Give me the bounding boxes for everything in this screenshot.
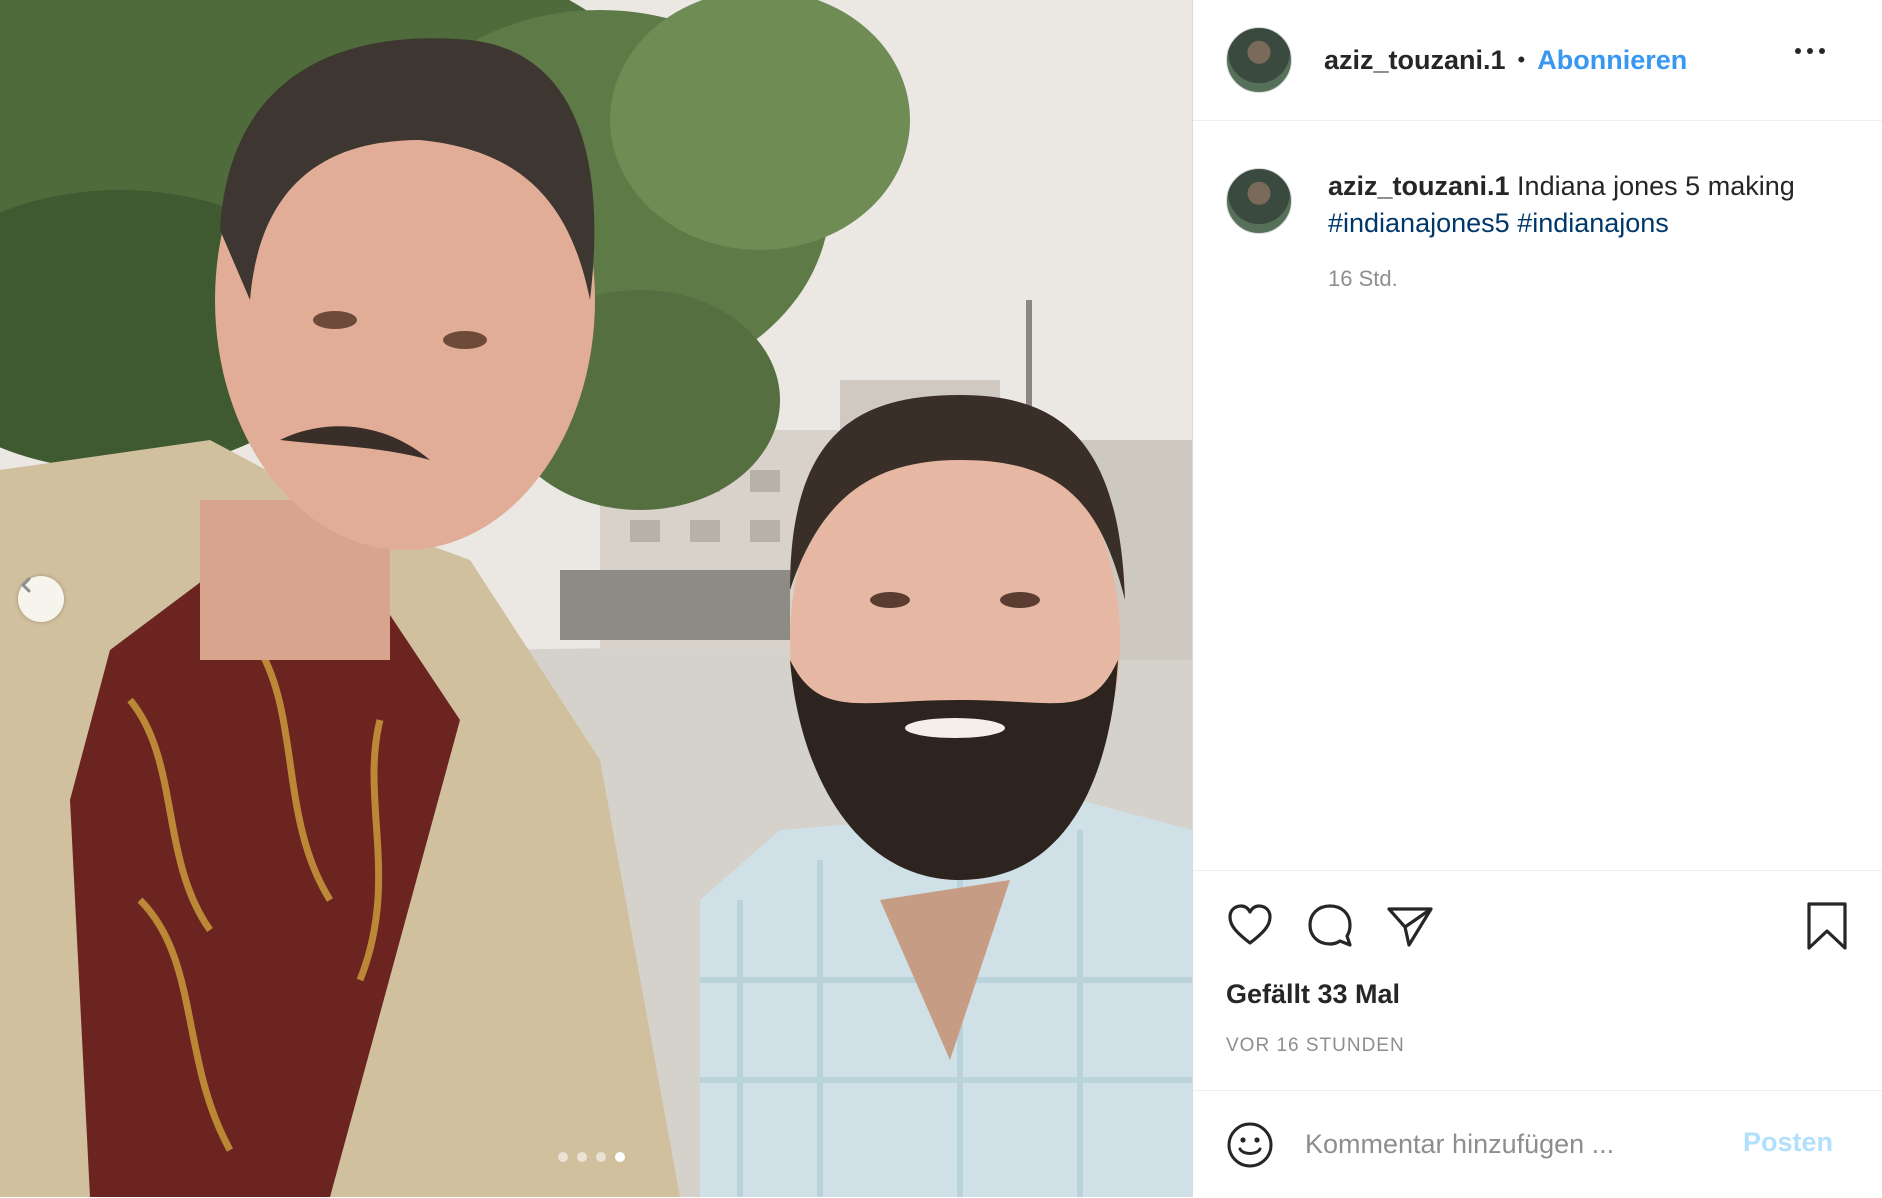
comment-icon[interactable] (1305, 901, 1355, 951)
carousel-dot (558, 1152, 568, 1162)
carousel-dot (577, 1152, 587, 1162)
carousel-dot (596, 1152, 606, 1162)
heart-icon[interactable] (1225, 901, 1275, 951)
post-actions-section: Gefällt 33 Mal VOR 16 STUNDEN (1193, 870, 1882, 1091)
hashtag-link[interactable]: #indianajones5 (1328, 208, 1510, 238)
hashtag-link[interactable]: #indianajons (1517, 208, 1669, 238)
carousel-dot-active (615, 1152, 625, 1162)
chevron-left-icon (21, 577, 31, 593)
caption-body: aziz_touzani.1 Indiana jones 5 making #i… (1328, 168, 1848, 292)
caption-text: Indiana jones 5 making (1509, 171, 1795, 201)
post-photo (0, 0, 1192, 1197)
caption-username[interactable]: aziz_touzani.1 (1328, 171, 1510, 201)
post-date: VOR 16 STUNDEN (1226, 1035, 1405, 1056)
comment-input[interactable] (1303, 1128, 1727, 1161)
caption-timestamp: 16 Std. (1328, 266, 1398, 291)
bookmark-icon[interactable] (1805, 901, 1849, 951)
header-username[interactable]: aziz_touzani.1 (1324, 45, 1506, 76)
emoji-icon[interactable] (1225, 1120, 1275, 1170)
caption-text-block: aziz_touzani.1 Indiana jones 5 making #i… (1328, 168, 1848, 242)
avatar[interactable] (1226, 27, 1292, 93)
header-separator: • (1517, 47, 1526, 72)
carousel-prev-button[interactable] (18, 576, 64, 622)
photo-illustration (0, 0, 1192, 1197)
carousel-indicator (558, 1152, 625, 1162)
action-bar (1225, 901, 1435, 951)
post-details-panel: aziz_touzani.1 • Abonnieren aziz_touzani… (1192, 0, 1882, 1197)
post-header: aziz_touzani.1 • Abonnieren (1193, 0, 1882, 121)
post-caption: aziz_touzani.1 Indiana jones 5 making #i… (1226, 168, 1848, 292)
comment-bar: Posten (1193, 1090, 1882, 1198)
caption-avatar[interactable] (1226, 168, 1292, 234)
likes-count[interactable]: Gefällt 33 Mal (1226, 979, 1400, 1010)
more-options-icon[interactable] (1795, 48, 1825, 54)
post-comment-button[interactable]: Posten (1743, 1127, 1833, 1158)
follow-button[interactable]: Abonnieren (1537, 45, 1687, 76)
share-icon[interactable] (1385, 901, 1435, 951)
